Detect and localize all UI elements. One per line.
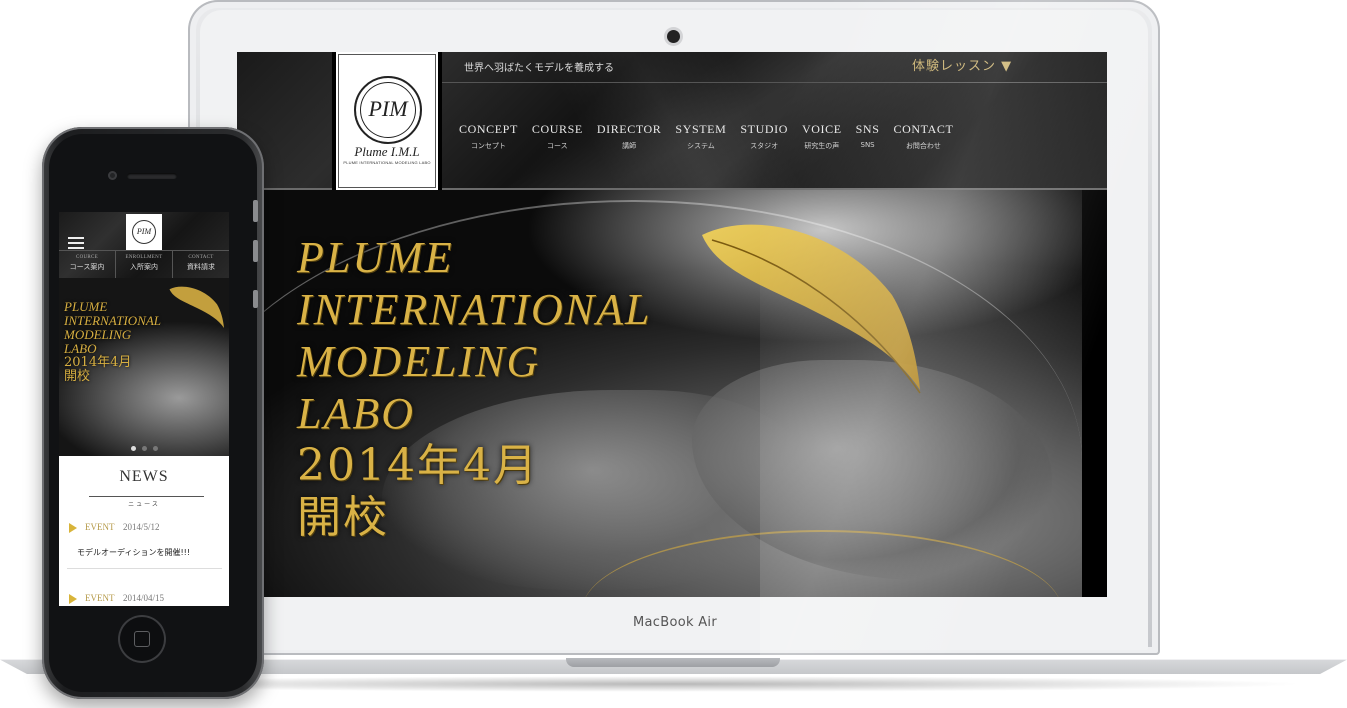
logo-emblem-icon: PIM bbox=[354, 76, 422, 144]
carousel-dot[interactable] bbox=[141, 446, 147, 451]
mobile-hero: PLUME INTERNATIONAL MODELING LABO 2014年4… bbox=[59, 278, 229, 456]
mobile-nav-enrollment[interactable]: ENROLLMENT 入所案内 bbox=[116, 251, 173, 279]
nav-item-system[interactable]: SYSTEM システム bbox=[668, 122, 733, 162]
volume-down-button bbox=[253, 240, 258, 262]
carousel-dot[interactable] bbox=[130, 446, 136, 451]
nav-item-director[interactable]: DIRECTOR 講師 bbox=[590, 122, 669, 162]
site-header: PIM Plume I.M.L PLUME INTERNATIONAL MODE… bbox=[237, 52, 1107, 190]
nav-item-voice[interactable]: VOICE 研究生の声 bbox=[795, 122, 849, 162]
logo-emblem-icon: PIM bbox=[132, 220, 156, 244]
front-camera-icon bbox=[108, 171, 117, 180]
mobile-hero-title: PLUME INTERNATIONAL MODELING LABO 2014年4… bbox=[64, 299, 162, 384]
nav-item-course[interactable]: COURSE コース bbox=[525, 122, 590, 162]
arrow-right-icon bbox=[69, 594, 77, 604]
logo-subtitle: PLUME INTERNATIONAL MODELING LABO bbox=[343, 160, 431, 165]
feather-icon bbox=[702, 224, 921, 394]
phone-screen: PIM COURCE コース案内 ENROLLMENT 入所案内 CONTACT 資料… bbox=[59, 212, 229, 606]
logo-wordmark: Plume I.M.L bbox=[354, 144, 420, 159]
trial-lesson-button[interactable]: 体験レッスン ▼ bbox=[912, 55, 1012, 74]
laptop-screen: PIM Plume I.M.L PLUME INTERNATIONAL MODE… bbox=[237, 52, 1107, 597]
hero-title: PLUME INTERNATIONAL MODELING LABO 2014年4… bbox=[297, 233, 652, 543]
news-heading: NEWS bbox=[119, 468, 169, 485]
mobile-subnav: COURCE コース案内 ENROLLMENT 入所案内 CONTACT 資料請求 bbox=[59, 250, 229, 279]
nav-item-sns[interactable]: SNS SNS bbox=[849, 122, 887, 162]
feather-icon bbox=[169, 286, 224, 328]
home-button[interactable] bbox=[118, 615, 166, 663]
mobile-nav-course[interactable]: COURCE コース案内 bbox=[59, 251, 116, 279]
arrow-right-icon bbox=[69, 523, 77, 533]
mobile-logo[interactable]: PIM bbox=[126, 214, 162, 250]
mute-switch bbox=[253, 290, 258, 308]
nav-item-concept[interactable]: CONCEPT コンセプト bbox=[452, 122, 525, 162]
camera-icon bbox=[667, 30, 680, 43]
site-logo[interactable]: PIM Plume I.M.L PLUME INTERNATIONAL MODE… bbox=[332, 52, 442, 190]
carousel-dots[interactable] bbox=[59, 438, 229, 456]
hero-banner: PLUME INTERNATIONAL MODELING LABO 2014年4… bbox=[262, 190, 1082, 597]
laptop-brand-label: MacBook Air bbox=[633, 615, 717, 630]
earpiece-speaker bbox=[127, 173, 177, 179]
mobile-nav-contact[interactable]: CONTACT 資料請求 bbox=[173, 251, 229, 279]
carousel-dot[interactable] bbox=[152, 446, 158, 451]
nav-item-contact[interactable]: CONTACT お問合わせ bbox=[886, 122, 960, 162]
main-nav: CONCEPT コンセプト COURSE コース DIRECTOR 講師 SYSTEM… bbox=[452, 122, 960, 162]
tagline: 世界へ羽ばたくモデルを養成する bbox=[464, 63, 614, 74]
volume-up-button bbox=[253, 200, 258, 222]
nav-item-studio[interactable]: STUDIO スタジオ bbox=[733, 122, 795, 162]
news-subheading: ニュース bbox=[128, 501, 160, 508]
mobile-header: PIM COURCE コース案内 ENROLLMENT 入所案内 CONTACT 資料… bbox=[59, 212, 229, 279]
